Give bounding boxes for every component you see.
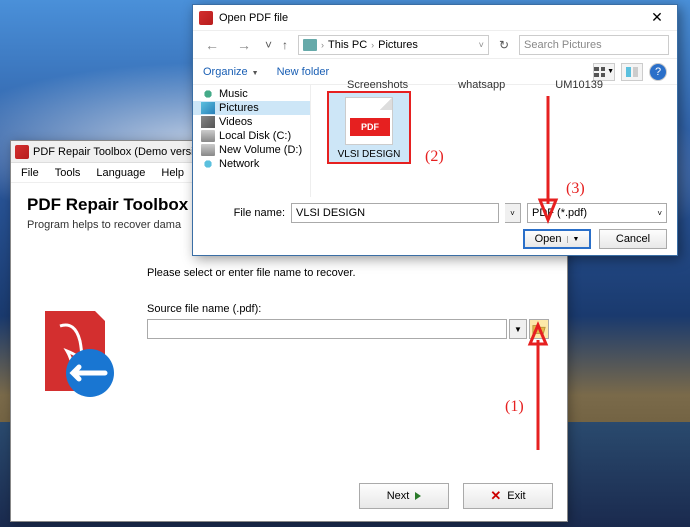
source-file-input[interactable] [147, 319, 507, 339]
organize-menu[interactable]: Organize▼ [203, 66, 259, 78]
exit-button[interactable]: ✕ Exit [463, 483, 553, 509]
tree-item-new-volume-d-[interactable]: New Volume (D:) [193, 143, 310, 157]
pc-icon [303, 39, 317, 51]
chevron-down-icon[interactable]: ˅ [479, 40, 484, 50]
app-icon [15, 145, 29, 159]
annotation-arrow-3 [528, 86, 568, 226]
open-file-dialog: Open PDF file ✕ ← → ˅ ↑ › This PC › Pict… [192, 4, 678, 256]
filename-label: File name: [203, 207, 285, 219]
chevron-down-icon: ˅ [657, 209, 662, 218]
filename-dropdown[interactable]: ˅ [505, 203, 521, 223]
net-icon [201, 158, 215, 170]
new-folder-button[interactable]: New folder [277, 66, 330, 78]
tree-item-local-disk-c-[interactable]: Local Disk (C:) [193, 129, 310, 143]
pdf-file-icon: PDF [345, 97, 393, 145]
arrow-right-icon [415, 492, 421, 500]
menu-tools[interactable]: Tools [49, 165, 87, 181]
menu-help[interactable]: Help [155, 165, 190, 181]
preview-pane-button[interactable] [621, 63, 643, 81]
view-mode-button[interactable]: ▼ [593, 63, 615, 81]
menu-file[interactable]: File [15, 165, 45, 181]
menu-language[interactable]: Language [90, 165, 151, 181]
nav-up-arrow-icon[interactable]: ↑ [282, 38, 288, 52]
nav-back-icon[interactable]: ← [201, 37, 223, 53]
search-input[interactable]: Search Pictures [519, 35, 669, 55]
music-icon [201, 88, 215, 100]
folder-item[interactable]: whatsapp [458, 79, 505, 91]
tree-item-music[interactable]: Music [193, 87, 310, 101]
disk-icon [201, 130, 215, 142]
help-icon[interactable]: ? [649, 63, 667, 81]
chevron-right-icon: › [371, 40, 374, 50]
app-logo [25, 301, 125, 401]
dialog-app-icon [199, 11, 213, 25]
nav-forward-icon[interactable]: → [233, 37, 255, 53]
main-title-text: PDF Repair Toolbox (Demo version) [33, 146, 209, 158]
grid-icon [594, 67, 605, 77]
refresh-icon[interactable]: ↻ [499, 38, 509, 52]
disk-icon [201, 144, 215, 156]
pic-icon [201, 102, 215, 114]
chevron-down-icon: ▼ [567, 236, 579, 243]
breadcrumb-folder[interactable]: Pictures [378, 39, 418, 51]
folder-item[interactable]: Screenshots [347, 79, 408, 91]
vid-icon [201, 116, 215, 128]
tree-item-network[interactable]: Network [193, 157, 310, 171]
filename-input[interactable] [291, 203, 499, 223]
file-name-label: VLSI DESIGN [331, 149, 407, 160]
annotation-arrow-1 [518, 320, 558, 460]
file-list[interactable]: Screenshots whatsapp UM10139 PDF VLSI DE… [311, 85, 677, 197]
tree-item-pictures[interactable]: Pictures [193, 101, 310, 115]
dialog-titlebar[interactable]: Open PDF file ✕ [193, 5, 677, 31]
nav-up-icon[interactable]: ˅ [265, 38, 272, 52]
pane-icon [626, 67, 638, 77]
open-button[interactable]: Open ▼ [523, 229, 591, 249]
folder-tree: MusicPicturesVideosLocal Disk (C:)New Vo… [193, 85, 311, 197]
next-button[interactable]: Next [359, 483, 449, 509]
address-bar[interactable]: › This PC › Pictures ˅ [298, 35, 489, 55]
file-item-selected[interactable]: PDF VLSI DESIGN [327, 91, 411, 164]
tree-item-videos[interactable]: Videos [193, 115, 310, 129]
prompt-text: Please select or enter file name to reco… [147, 267, 549, 279]
close-x-icon: ✕ [490, 488, 501, 504]
cancel-button[interactable]: Cancel [599, 229, 667, 249]
dialog-title-text: Open PDF file [219, 12, 288, 24]
dialog-close-button[interactable]: ✕ [643, 9, 671, 26]
breadcrumb-root[interactable]: This PC [328, 39, 367, 51]
field-label: Source file name (.pdf): [147, 303, 549, 315]
chevron-right-icon: › [321, 40, 324, 50]
